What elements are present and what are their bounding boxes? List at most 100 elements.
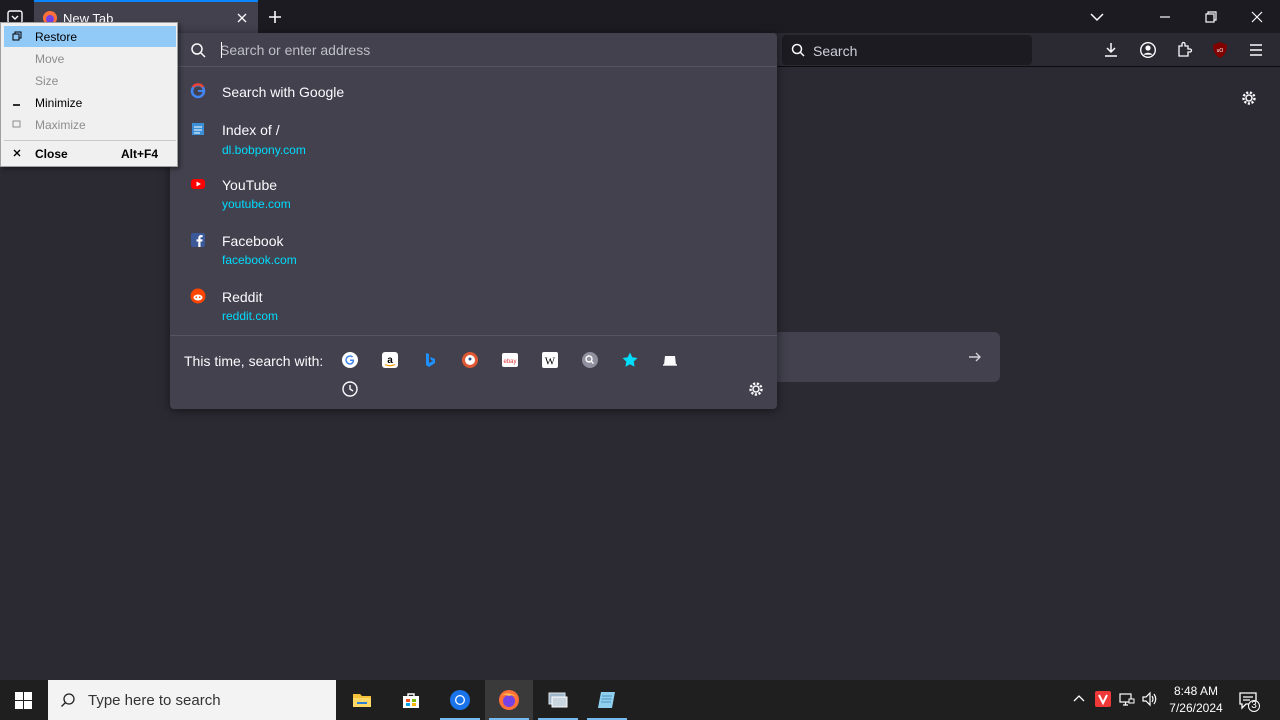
address-input[interactable] [220, 39, 760, 61]
urlbar [170, 33, 777, 67]
page-settings-icon[interactable] [1240, 89, 1258, 107]
taskbar-file-explorer[interactable] [338, 680, 386, 720]
result-search-google[interactable]: Search with Google [170, 67, 777, 119]
close-window-icon[interactable] [1246, 6, 1268, 28]
search-bar[interactable]: Search [782, 35, 1032, 65]
menu-item-label: Minimize [35, 96, 83, 110]
result-index-of[interactable]: Index of / dl.bobpony.com [170, 113, 777, 165]
firefox-icon [499, 690, 519, 710]
maximize-icon [12, 120, 21, 128]
one-off-label: This time, search with: [184, 353, 324, 369]
result-title: Reddit [222, 289, 263, 305]
close-icon [13, 149, 21, 157]
svg-text:a: a [387, 355, 393, 366]
menu-item-restore[interactable]: Restore [4, 26, 176, 47]
search-icon [61, 693, 75, 707]
duckduckgo-icon[interactable] [461, 351, 479, 369]
text-caret [221, 42, 222, 58]
menu-item-close[interactable]: Close Alt+F4 [4, 143, 176, 164]
bookmarks-icon[interactable] [621, 351, 639, 369]
history-icon[interactable] [341, 380, 359, 398]
amazon-icon[interactable]: a [381, 351, 399, 369]
ublock-origin-icon[interactable]: uO [1211, 41, 1229, 59]
windows-logo-icon [15, 692, 32, 709]
result-url: youtube.com [222, 197, 291, 211]
restore-window-icon[interactable] [1200, 6, 1222, 28]
taskbar-firefox[interactable] [485, 680, 533, 720]
result-reddit[interactable]: Reddit reddit.com [170, 280, 777, 332]
menu-separator [4, 140, 176, 141]
menu-item-size[interactable]: Size [4, 70, 176, 91]
taskbar: Type here to search 8:48 AM 7/26/2024 3 [0, 680, 1280, 720]
svg-text:uO: uO [1217, 48, 1224, 54]
search-icon [791, 43, 805, 57]
result-url: facebook.com [222, 253, 297, 267]
taskbar-remote-desktop[interactable] [534, 680, 582, 720]
close-tab-icon[interactable] [234, 10, 250, 26]
bing-icon[interactable] [421, 351, 439, 369]
remote-desktop-icon [548, 692, 568, 708]
taskbar-notepad[interactable] [583, 680, 631, 720]
chevron-up-icon[interactable] [1070, 690, 1088, 708]
google-icon[interactable] [341, 351, 359, 369]
page-search-box[interactable] [760, 332, 1000, 382]
window-system-menu: Restore Move Size Minimize Maximize Clos… [0, 22, 178, 167]
minimize-window-icon[interactable] [1154, 6, 1176, 28]
search-icon [191, 43, 206, 58]
facebook-icon [191, 233, 205, 247]
action-center-button[interactable]: 3 [1236, 688, 1260, 712]
vivaldi-tray-icon[interactable] [1094, 690, 1112, 708]
reddit-icon [190, 288, 206, 304]
clock-date: 7/26/2024 [1169, 701, 1223, 715]
menu-item-minimize[interactable]: Minimize [4, 92, 176, 113]
folder-icon [353, 694, 371, 707]
menu-icon[interactable] [1247, 41, 1265, 59]
minimize-icon [13, 104, 20, 106]
taskbar-store[interactable] [387, 680, 435, 720]
result-title: Search with Google [222, 84, 345, 100]
restore-icon [12, 31, 22, 41]
menu-item-label: Restore [35, 30, 78, 44]
search-engine-icon[interactable] [581, 351, 599, 369]
search-bar-placeholder: Search [813, 43, 858, 59]
taskbar-search[interactable]: Type here to search [48, 680, 336, 720]
ebay-icon[interactable]: ebay [501, 351, 519, 369]
result-facebook[interactable]: Facebook facebook.com [170, 224, 777, 276]
network-icon[interactable] [1118, 690, 1136, 708]
account-icon[interactable] [1139, 41, 1157, 59]
tab-strip: New Tab [0, 0, 1280, 33]
menu-item-move[interactable]: Move [4, 48, 176, 69]
one-off-search-bar: This time, search with: a ebay W [170, 335, 777, 409]
chrome-icon [450, 690, 470, 710]
menu-item-shortcut: Alt+F4 [120, 147, 158, 161]
svg-text:ebay: ebay [503, 359, 516, 365]
menu-item-label: Size [35, 74, 59, 88]
menu-item-label: Close [35, 147, 68, 161]
menu-item-label: Maximize [35, 118, 86, 132]
result-title: Facebook [222, 233, 284, 249]
notification-count: 3 [1251, 700, 1257, 711]
menu-item-label: Move [35, 52, 65, 66]
menu-item-maximize[interactable]: Maximize [4, 114, 176, 135]
notepad-icon [598, 692, 615, 708]
store-icon [403, 693, 419, 708]
volume-icon[interactable] [1141, 690, 1159, 708]
extensions-icon[interactable] [1175, 41, 1193, 59]
wikipedia-icon[interactable]: W [541, 351, 559, 369]
taskbar-search-placeholder: Type here to search [88, 692, 221, 709]
google-icon [190, 83, 206, 99]
taskbar-chrome[interactable] [436, 680, 484, 720]
chevron-down-icon[interactable] [1086, 6, 1108, 28]
urlbar-dropdown: Search with Google Index of / dl.bobpony… [170, 33, 777, 409]
result-youtube[interactable]: YouTube youtube.com [170, 168, 777, 220]
svg-text:W: W [545, 356, 556, 368]
download-icon[interactable] [1102, 41, 1120, 59]
page-icon [192, 123, 204, 135]
result-title: YouTube [222, 177, 278, 193]
start-button[interactable] [0, 680, 48, 720]
arrow-right-icon[interactable] [967, 349, 983, 365]
tabs-icon[interactable] [661, 351, 679, 369]
search-settings-icon[interactable] [747, 380, 765, 398]
system-clock[interactable]: 8:48 AM 7/26/2024 [1164, 683, 1228, 717]
new-tab-icon[interactable] [266, 8, 284, 26]
